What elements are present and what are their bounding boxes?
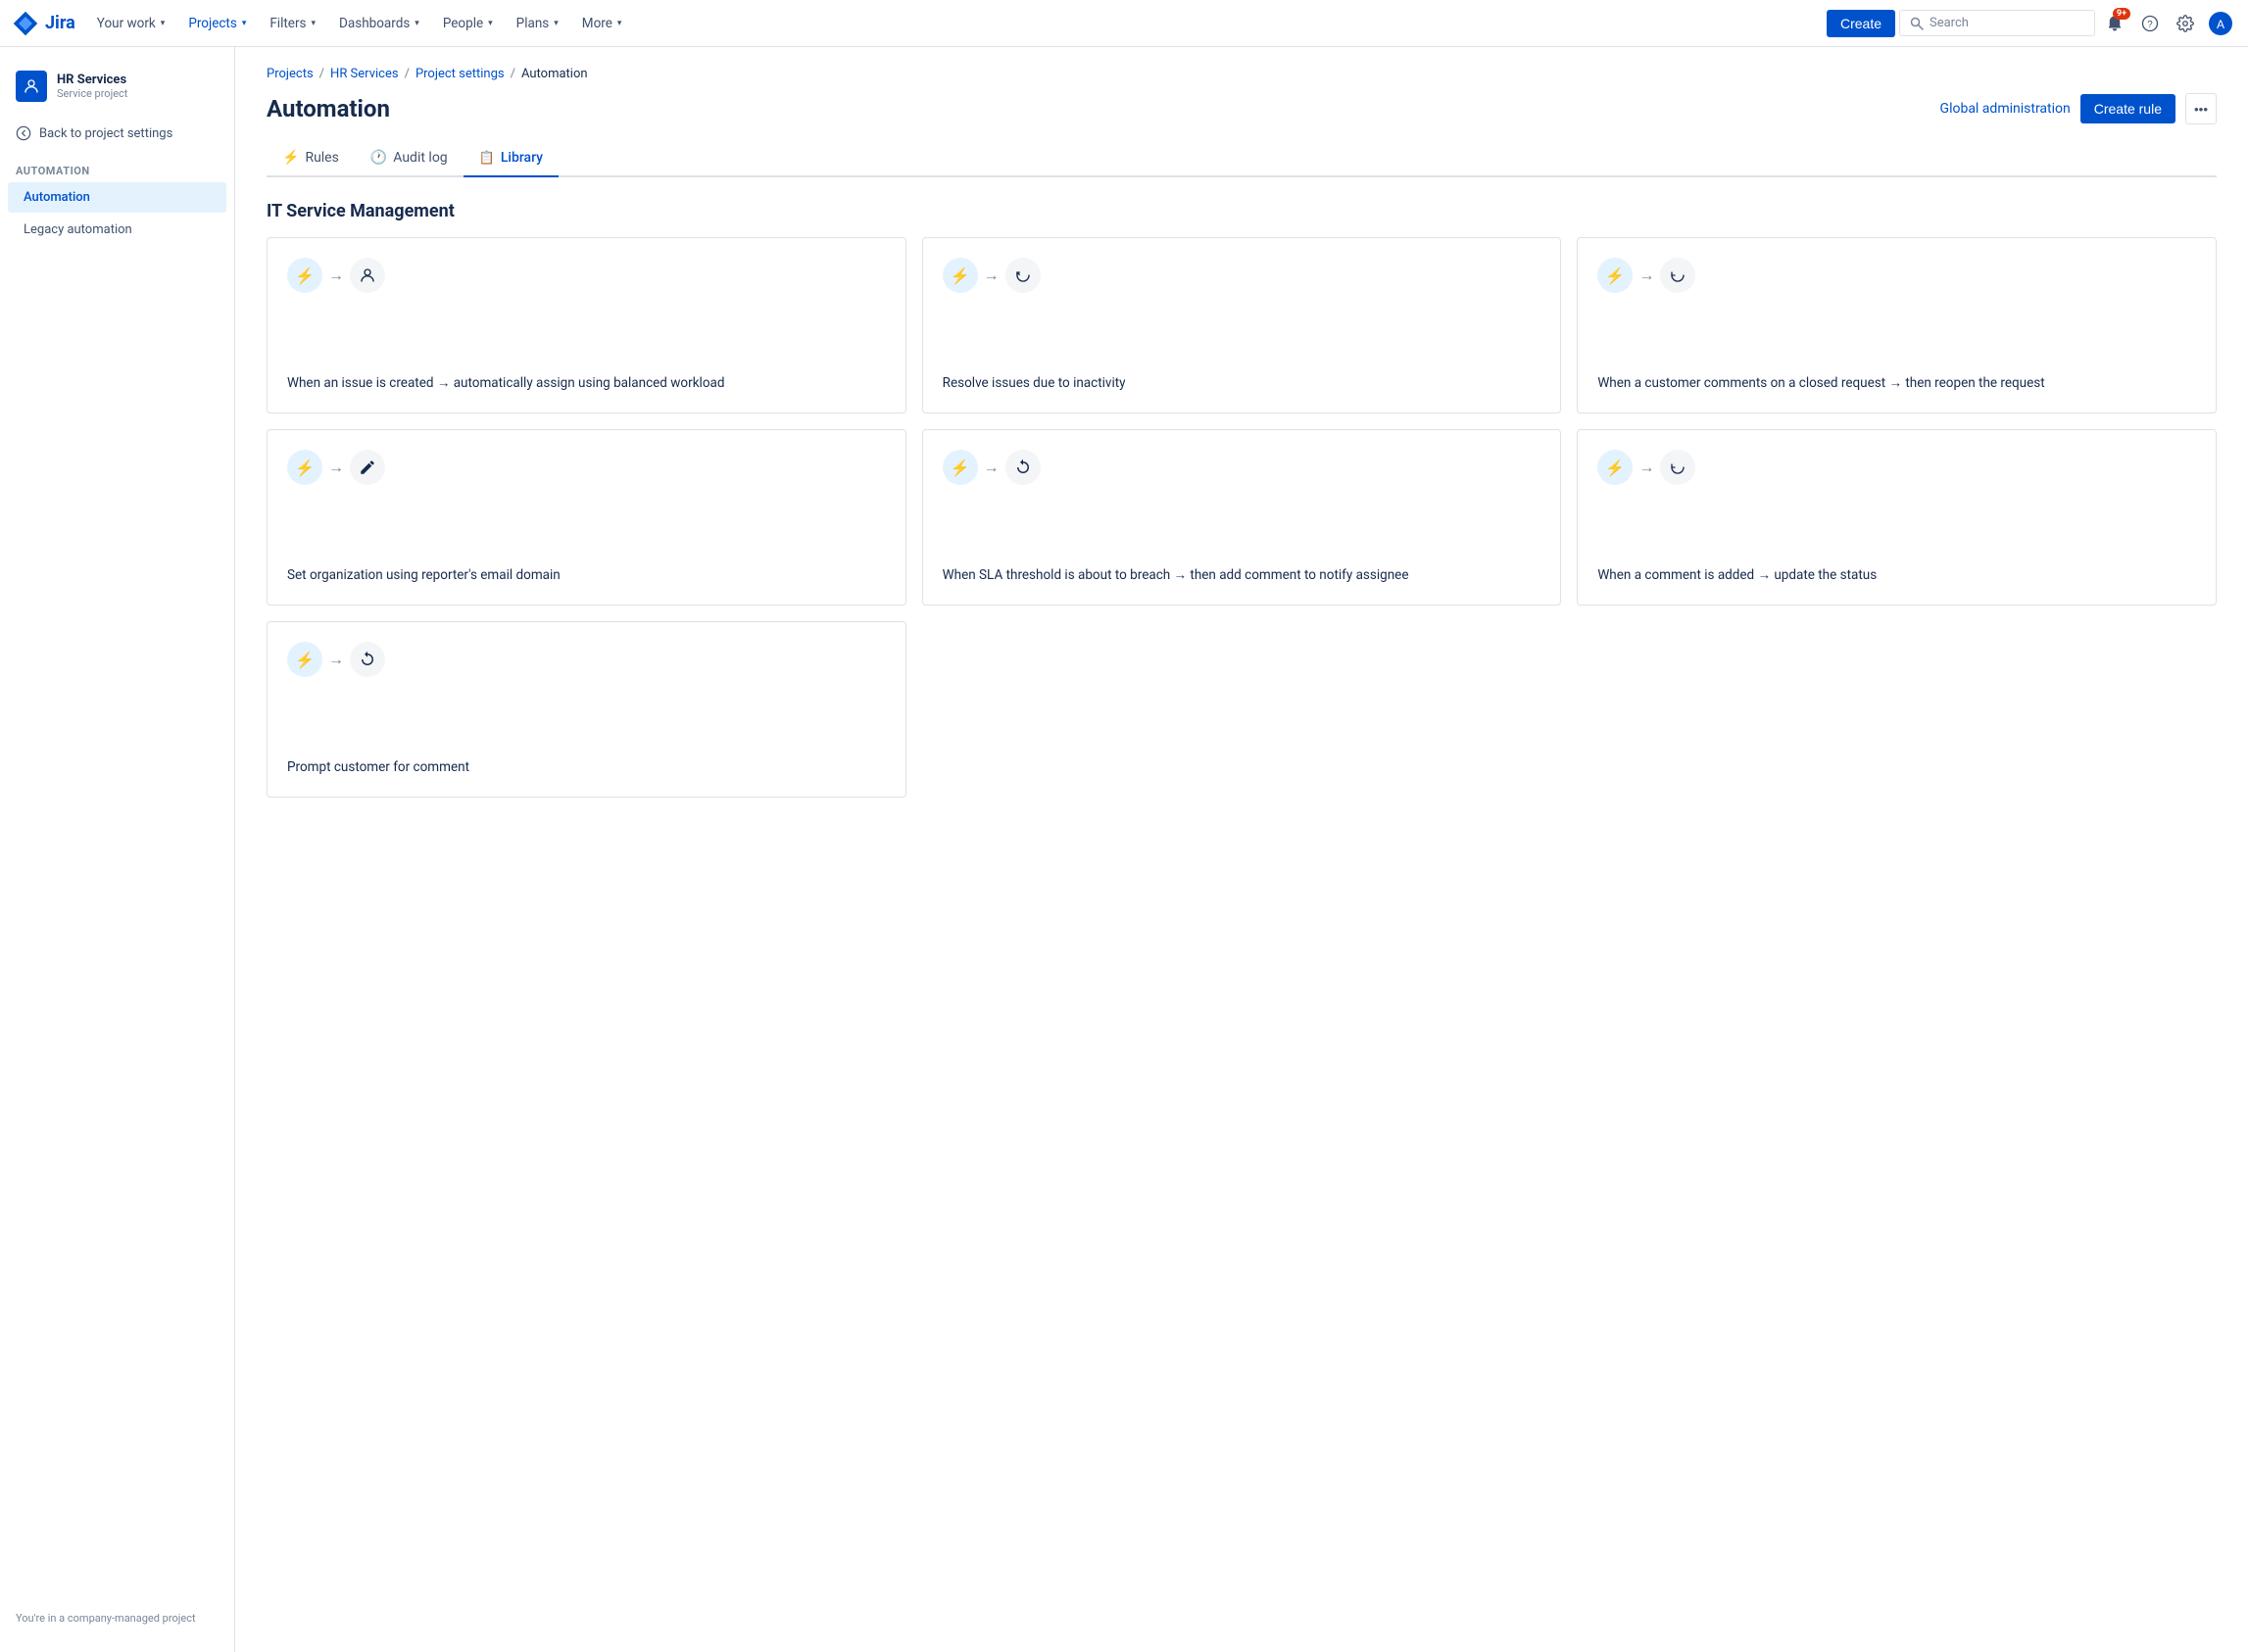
card-2-action-icon <box>1005 258 1041 293</box>
card-7-trigger-icon: ⚡ <box>287 642 322 677</box>
card-7-arrow: → <box>328 650 344 669</box>
card-6-label: When a comment is added → update the sta… <box>1597 565 2196 585</box>
card-2[interactable]: ⚡ → Resolve issues due to inactivity <box>922 237 1562 413</box>
tab-audit-log[interactable]: 🕐 Audit log <box>355 140 464 177</box>
nav-plans[interactable]: Plans▾ <box>507 10 568 37</box>
card-6-action-icon <box>1660 450 1695 485</box>
back-to-project-settings[interactable]: Back to project settings <box>0 118 234 149</box>
user-avatar[interactable]: A <box>2205 8 2236 39</box>
nav-people[interactable]: People▾ <box>433 10 503 37</box>
sidebar: HR Services Service project Back to proj… <box>0 47 235 1652</box>
card-4-arrow: → <box>328 458 344 477</box>
nav-dashboards[interactable]: Dashboards▾ <box>329 10 429 37</box>
card-2-arrow: → <box>984 266 1000 285</box>
search-placeholder: Search <box>1930 16 1969 30</box>
global-administration-link[interactable]: Global administration <box>1940 101 2071 117</box>
settings-button[interactable] <box>2170 8 2201 39</box>
breadcrumb: Projects / HR Services / Project setting… <box>267 67 2217 81</box>
logo-text: Jira <box>45 13 75 33</box>
avatar-icon: A <box>2209 12 2232 35</box>
card-1-label: When an issue is created → automatically… <box>287 373 886 393</box>
notifications-button[interactable]: 9+ <box>2099 8 2130 39</box>
nav-projects[interactable]: Projects▾ <box>178 10 256 37</box>
automation-section-label: AUTOMATION <box>0 157 234 181</box>
settings-icon <box>2176 15 2194 32</box>
page-header: Automation Global administration Create … <box>267 93 2217 124</box>
more-dots-icon: ••• <box>2194 102 2208 117</box>
more-options-button[interactable]: ••• <box>2185 93 2217 124</box>
nav-your-work[interactable]: Your work▾ <box>87 10 175 37</box>
nav-filters[interactable]: Filters▾ <box>260 10 325 37</box>
card-5-trigger-icon: ⚡ <box>943 450 978 485</box>
breadcrumb-hr-services[interactable]: HR Services <box>330 67 399 81</box>
breadcrumb-automation: Automation <box>521 67 588 81</box>
card-2-label: Resolve issues due to inactivity <box>943 373 1541 393</box>
card-3[interactable]: ⚡ → When a customer comments on a closed… <box>1577 237 2217 413</box>
app-layout: HR Services Service project Back to proj… <box>0 47 2248 1652</box>
rules-icon: ⚡ <box>282 150 299 166</box>
card-6-arrow: → <box>1638 458 1654 477</box>
card-3-trigger-icon: ⚡ <box>1597 258 1633 293</box>
card-7[interactable]: ⚡ → Prompt customer for comment <box>267 621 906 798</box>
create-button[interactable]: Create <box>1827 10 1895 37</box>
help-button[interactable]: ? <box>2134 8 2166 39</box>
back-icon <box>16 125 31 141</box>
card-1-trigger-icon: ⚡ <box>287 258 322 293</box>
card-3-action-icon <box>1660 258 1695 293</box>
page-title: Automation <box>267 95 390 122</box>
sidebar-footer: You're in a company-managed project <box>0 1600 234 1636</box>
create-rule-button[interactable]: Create rule <box>2080 94 2175 123</box>
card-1-arrow: → <box>328 266 344 285</box>
project-name: HR Services <box>57 73 127 87</box>
jira-logo[interactable]: Jira <box>12 10 75 37</box>
project-icon <box>16 71 47 102</box>
breadcrumb-project-settings[interactable]: Project settings <box>415 67 505 81</box>
back-label: Back to project settings <box>39 126 172 141</box>
library-icon: 📋 <box>479 151 495 166</box>
tab-rules[interactable]: ⚡ Rules <box>267 140 355 177</box>
card-6-trigger-icon: ⚡ <box>1597 450 1633 485</box>
header-actions: Global administration Create rule ••• <box>1940 93 2217 124</box>
card-5-action-icon <box>1005 450 1041 485</box>
main-content: Projects / HR Services / Project setting… <box>235 47 2248 1652</box>
sidebar-item-automation[interactable]: Automation <box>8 182 226 213</box>
card-4[interactable]: ⚡ → Set organization using reporter's em… <box>267 429 906 606</box>
svg-text:?: ? <box>2147 19 2153 29</box>
top-navigation: Jira Your work▾ Projects▾ Filters▾ Dashb… <box>0 0 2248 47</box>
audit-log-icon: 🕐 <box>370 150 387 166</box>
card-6[interactable]: ⚡ → When a comment is added → update the… <box>1577 429 2217 606</box>
sidebar-project: HR Services Service project <box>0 63 234 118</box>
card-3-label: When a customer comments on a closed req… <box>1597 373 2196 393</box>
card-1[interactable]: ⚡ → When an issue is created → automatic… <box>267 237 906 413</box>
card-4-action-icon <box>350 450 385 485</box>
search-icon <box>1910 17 1924 30</box>
section-title: IT Service Management <box>267 201 2217 221</box>
card-7-label: Prompt customer for comment <box>287 757 886 777</box>
help-icon: ? <box>2141 15 2159 32</box>
card-3-arrow: → <box>1638 266 1654 285</box>
search-box[interactable]: Search <box>1899 10 2095 36</box>
card-4-label: Set organization using reporter's email … <box>287 565 886 585</box>
tab-library[interactable]: 📋 Library <box>464 140 559 177</box>
card-4-trigger-icon: ⚡ <box>287 450 322 485</box>
card-7-action-icon <box>350 642 385 677</box>
cards-grid: ⚡ → When an issue is created → automatic… <box>267 237 2217 798</box>
tabs: ⚡ Rules 🕐 Audit log 📋 Library <box>267 140 2217 177</box>
card-5-label: When SLA threshold is about to breach → … <box>943 565 1541 585</box>
card-2-trigger-icon: ⚡ <box>943 258 978 293</box>
sidebar-item-legacy-automation[interactable]: Legacy automation <box>8 215 226 245</box>
nav-more[interactable]: More▾ <box>572 10 632 37</box>
svg-text:A: A <box>2217 18 2224 31</box>
project-type: Service project <box>57 87 127 100</box>
card-5-arrow: → <box>984 458 1000 477</box>
card-5[interactable]: ⚡ → When SLA threshold is about to breac… <box>922 429 1562 606</box>
breadcrumb-projects[interactable]: Projects <box>267 67 314 81</box>
card-1-action-icon <box>350 258 385 293</box>
notification-badge: 9+ <box>2113 8 2130 20</box>
